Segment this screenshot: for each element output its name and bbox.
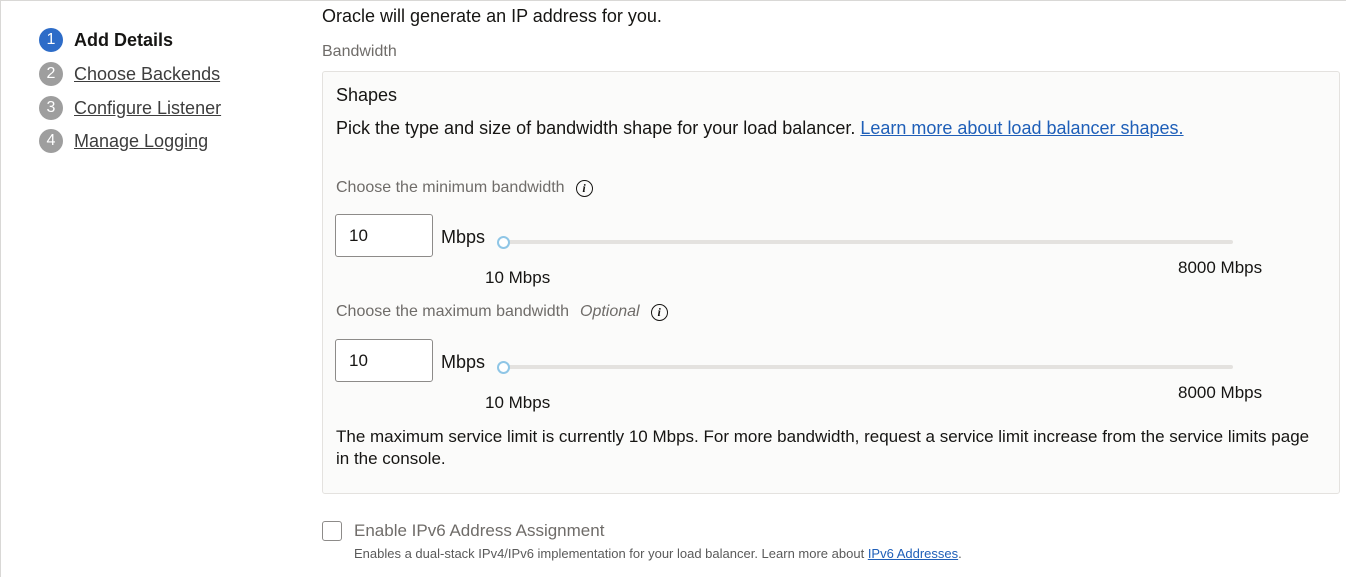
ipv6-checkbox[interactable] xyxy=(322,521,342,541)
ipv6-help-text: Enables a dual-stack IPv4/IPv6 implement… xyxy=(354,546,962,561)
step-link-configure-listener[interactable]: Configure Listener xyxy=(74,98,221,119)
max-bandwidth-label-text: Choose the maximum bandwidth xyxy=(336,303,570,320)
step-manage-logging[interactable]: 4 Manage Logging xyxy=(39,129,208,153)
step-label-add-details: Add Details xyxy=(74,29,174,50)
shapes-description: Pick the type and size of bandwidth shap… xyxy=(336,118,1184,139)
max-bandwidth-range-max: 8000 Mbps xyxy=(1178,383,1263,402)
service-limit-note: The maximum service limit is currently 1… xyxy=(336,427,1310,468)
min-bandwidth-info-icon[interactable]: i xyxy=(575,179,593,197)
max-bandwidth-unit: Mbps xyxy=(441,352,486,372)
min-bandwidth-range-min: 10 Mbps xyxy=(485,268,551,287)
max-bandwidth-slider-track[interactable] xyxy=(503,365,1233,369)
step-choose-backends[interactable]: 2 Choose Backends xyxy=(39,62,220,86)
max-bandwidth-label: Choose the maximum bandwidth Optional i xyxy=(336,303,668,321)
min-bandwidth-unit: Mbps xyxy=(441,227,486,247)
ipv6-help-description: Enables a dual-stack IPv4/IPv6 implement… xyxy=(354,546,865,561)
min-bandwidth-input[interactable] xyxy=(335,214,433,257)
ipv6-addresses-link[interactable]: IPv6 Addresses xyxy=(868,546,958,561)
min-bandwidth-range-max: 8000 Mbps xyxy=(1178,258,1263,277)
step-number-1: 1 xyxy=(39,28,63,52)
min-bandwidth-label-text: Choose the minimum bandwidth xyxy=(336,179,565,196)
step-number-2: 2 xyxy=(39,62,63,86)
min-bandwidth-slider-track[interactable] xyxy=(503,240,1233,244)
step-add-details: 1 Add Details xyxy=(39,28,173,52)
max-bandwidth-range-min: 10 Mbps xyxy=(485,393,551,412)
max-bandwidth-input[interactable] xyxy=(335,339,433,382)
step-link-choose-backends[interactable]: Choose Backends xyxy=(74,64,220,85)
step-number-3: 3 xyxy=(39,96,63,120)
max-bandwidth-info-icon[interactable]: i xyxy=(650,303,668,321)
step-link-manage-logging[interactable]: Manage Logging xyxy=(74,131,208,152)
min-bandwidth-label: Choose the minimum bandwidth i xyxy=(336,179,593,197)
frame-left-border xyxy=(0,0,1,577)
shapes-title: Shapes xyxy=(336,85,398,105)
ip-address-note: Oracle will generate an IP address for y… xyxy=(322,6,662,26)
shapes-description-text: Pick the type and size of bandwidth shap… xyxy=(336,118,856,138)
ipv6-checkbox-label[interactable]: Enable IPv6 Address Assignment xyxy=(354,521,604,541)
step-configure-listener[interactable]: 3 Configure Listener xyxy=(39,96,221,120)
max-bandwidth-slider-handle[interactable] xyxy=(496,361,510,374)
learn-more-shapes-link[interactable]: Learn more about load balancer shapes. xyxy=(860,118,1183,138)
min-bandwidth-slider-handle[interactable] xyxy=(496,236,510,249)
optional-label: Optional xyxy=(580,303,640,320)
frame-top-border xyxy=(0,0,1346,1)
step-number-4: 4 xyxy=(39,129,63,153)
ipv6-help-suffix: . xyxy=(958,546,962,561)
bandwidth-section-label: Bandwidth xyxy=(322,43,397,60)
